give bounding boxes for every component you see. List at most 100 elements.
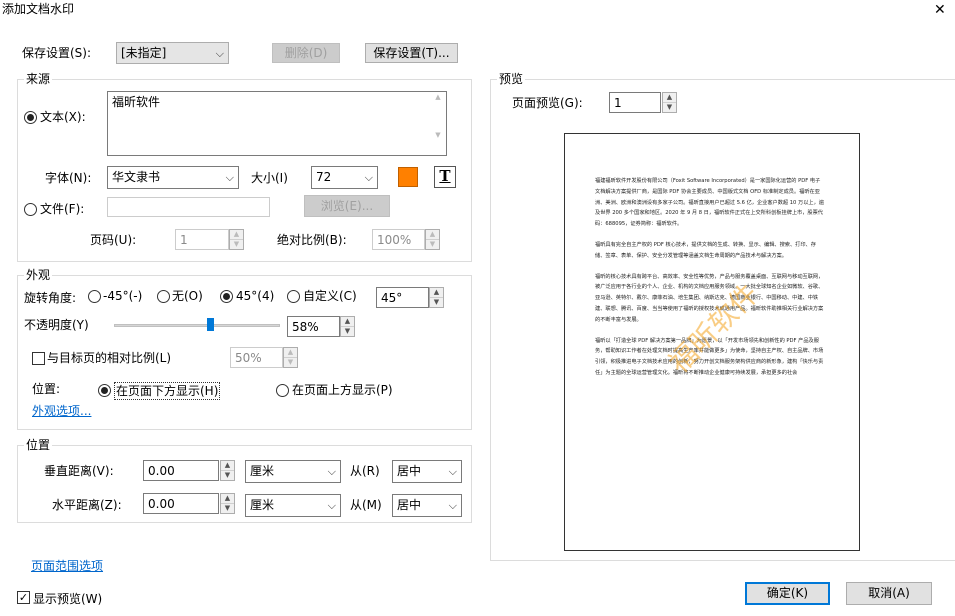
close-icon[interactable]: ✕	[934, 2, 946, 18]
vertical-distance-label: 垂直距离(V):	[44, 464, 114, 478]
horizontal-from-value: 居中	[397, 498, 422, 512]
rotation-minus45-radio[interactable]	[88, 290, 101, 303]
rotation-minus45-label: -45°(-)	[103, 289, 143, 303]
horizontal-from-select[interactable]: 居中 ⌵	[392, 494, 462, 517]
file-radio-label: 文件(F):	[40, 202, 85, 216]
save-settings-label: 保存设置(S):	[22, 46, 92, 60]
opacity-input[interactable]: 58%	[287, 316, 340, 337]
save-settings-button[interactable]: 保存设置(T)...	[365, 43, 458, 63]
spin-down-icon[interactable]: ▼	[284, 358, 297, 368]
page-range-options-link[interactable]: 页面范围选项	[31, 558, 103, 574]
relative-scale-label: 与目标页的相对比例(L)	[47, 351, 172, 365]
relative-scale-checkbox[interactable]	[32, 352, 45, 365]
vertical-unit-value: 厘米	[250, 464, 275, 478]
rotation-spinner[interactable]: ▲ ▼	[429, 287, 444, 308]
opacity-label: 不透明度(Y)	[24, 318, 89, 332]
vertical-from-value: 居中	[397, 464, 422, 478]
spin-down-icon[interactable]: ▼	[341, 327, 354, 337]
preview-page: 福建福昕软件开发股份有限公司（Foxit Software Incorporat…	[564, 133, 860, 551]
chevron-down-icon: ⌵	[448, 499, 457, 512]
relative-scale-input[interactable]: 50%	[230, 347, 283, 368]
rotation-custom-input[interactable]: 45°	[376, 287, 429, 308]
chevron-down-icon: ⌵	[327, 499, 336, 512]
spin-down-icon[interactable]: ▼	[221, 504, 234, 514]
spin-down-icon[interactable]: ▼	[426, 240, 439, 250]
abs-scale-input[interactable]: 100%	[372, 229, 425, 250]
spin-up-icon[interactable]: ▲	[663, 93, 676, 103]
page-number-input[interactable]: 1	[175, 229, 229, 250]
spin-up-icon[interactable]: ▲	[221, 461, 234, 471]
page-preview-label: 页面预览(G):	[512, 96, 583, 110]
page-preview-spinner[interactable]: ▲ ▼	[662, 92, 677, 113]
font-select[interactable]: 华文隶书 ⌵	[107, 166, 239, 189]
text-scrollbar[interactable]: ▲ ▼	[431, 93, 445, 153]
layer-position-label: 位置:	[32, 382, 61, 396]
preset-select[interactable]: [未指定] ⌵	[116, 42, 229, 64]
chevron-down-icon: ⌵	[448, 465, 457, 478]
above-page-radio[interactable]	[276, 384, 289, 397]
spin-up-icon[interactable]: ▲	[430, 288, 443, 298]
page-number-label: 页码(U):	[90, 233, 137, 247]
spin-down-icon[interactable]: ▼	[663, 103, 676, 113]
spin-up-icon[interactable]: ▲	[341, 317, 354, 327]
spin-down-icon[interactable]: ▼	[430, 298, 443, 308]
spin-down-icon[interactable]: ▼	[230, 240, 243, 250]
rotation-none-label: 无(O)	[172, 289, 203, 303]
horizontal-distance-spinner[interactable]: ▲ ▼	[220, 493, 235, 514]
preview-group-title: 预览	[497, 72, 526, 86]
vertical-distance-spinner[interactable]: ▲ ▼	[220, 460, 235, 481]
appearance-options-link[interactable]: 外观选项...	[32, 403, 91, 419]
scroll-up-icon[interactable]: ▲	[431, 93, 445, 101]
spin-down-icon[interactable]: ▼	[221, 471, 234, 481]
text-color-swatch[interactable]	[398, 167, 418, 187]
abs-scale-label: 绝对比例(B):	[277, 233, 347, 247]
size-label: 大小(I)	[251, 171, 288, 185]
text-radio-label: 文本(X):	[40, 110, 86, 124]
watermark-text-input[interactable]: 福昕软件	[107, 91, 447, 156]
opacity-slider-thumb[interactable]	[206, 318, 214, 331]
chevron-down-icon: ⌵	[225, 171, 234, 184]
font-value: 华文隶书	[112, 170, 161, 184]
file-path-input[interactable]	[107, 197, 270, 217]
abs-scale-spinner[interactable]: ▲ ▼	[425, 229, 440, 250]
file-radio[interactable]	[24, 203, 37, 216]
below-page-label: 在页面下方显示(H)	[114, 382, 221, 400]
spin-up-icon[interactable]: ▲	[284, 348, 297, 358]
vertical-distance-input[interactable]: 0.00	[143, 460, 219, 481]
rotation-none-radio[interactable]	[157, 290, 170, 303]
spin-up-icon[interactable]: ▲	[230, 230, 243, 240]
watermark-text-value: 福昕软件	[112, 95, 161, 109]
delete-button[interactable]: 删除(D)	[272, 43, 340, 63]
rotation-45-radio[interactable]	[220, 290, 233, 303]
spin-up-icon[interactable]: ▲	[426, 230, 439, 240]
page-preview-input[interactable]: 1	[609, 92, 661, 113]
ok-button[interactable]: 确定(K)	[745, 582, 830, 605]
cancel-button[interactable]: 取消(A)	[846, 582, 932, 605]
scroll-down-icon[interactable]: ▼	[431, 131, 445, 139]
above-page-label: 在页面上方显示(P)	[292, 383, 393, 397]
page-number-spinner[interactable]: ▲ ▼	[229, 229, 244, 250]
show-preview-checkbox[interactable]: ✓	[17, 591, 30, 604]
rotation-custom-label: 自定义(C)	[303, 289, 357, 303]
vertical-from-select[interactable]: 居中 ⌵	[392, 460, 462, 483]
doc-paragraph: 福昕具有完全自主产权的 PDF 核心技术，提供文档的生成、转换、显示、编辑、搜索…	[595, 241, 816, 259]
below-page-radio[interactable]	[98, 384, 111, 397]
chevron-down-icon: ⌵	[215, 47, 224, 60]
spin-up-icon[interactable]: ▲	[221, 494, 234, 504]
horizontal-unit-value: 厘米	[250, 498, 275, 512]
appearance-group-title: 外观	[24, 268, 53, 282]
rotation-custom-radio[interactable]	[287, 290, 300, 303]
opacity-slider-track[interactable]	[114, 324, 280, 327]
vertical-unit-select[interactable]: 厘米 ⌵	[245, 460, 341, 483]
chevron-down-icon: ⌵	[364, 171, 373, 184]
size-select[interactable]: 72 ⌵	[311, 166, 378, 189]
text-format-icon[interactable]: T	[434, 166, 456, 188]
browse-button[interactable]: 浏览(E)...	[304, 195, 390, 217]
text-radio[interactable]	[24, 111, 37, 124]
rotation-45-label: 45°(4)	[236, 289, 275, 303]
source-group-title: 来源	[24, 72, 53, 86]
horizontal-unit-select[interactable]: 厘米 ⌵	[245, 494, 341, 517]
relative-scale-spinner[interactable]: ▲ ▼	[283, 347, 298, 368]
horizontal-distance-input[interactable]: 0.00	[143, 493, 219, 514]
opacity-spinner[interactable]: ▲ ▼	[340, 316, 355, 337]
